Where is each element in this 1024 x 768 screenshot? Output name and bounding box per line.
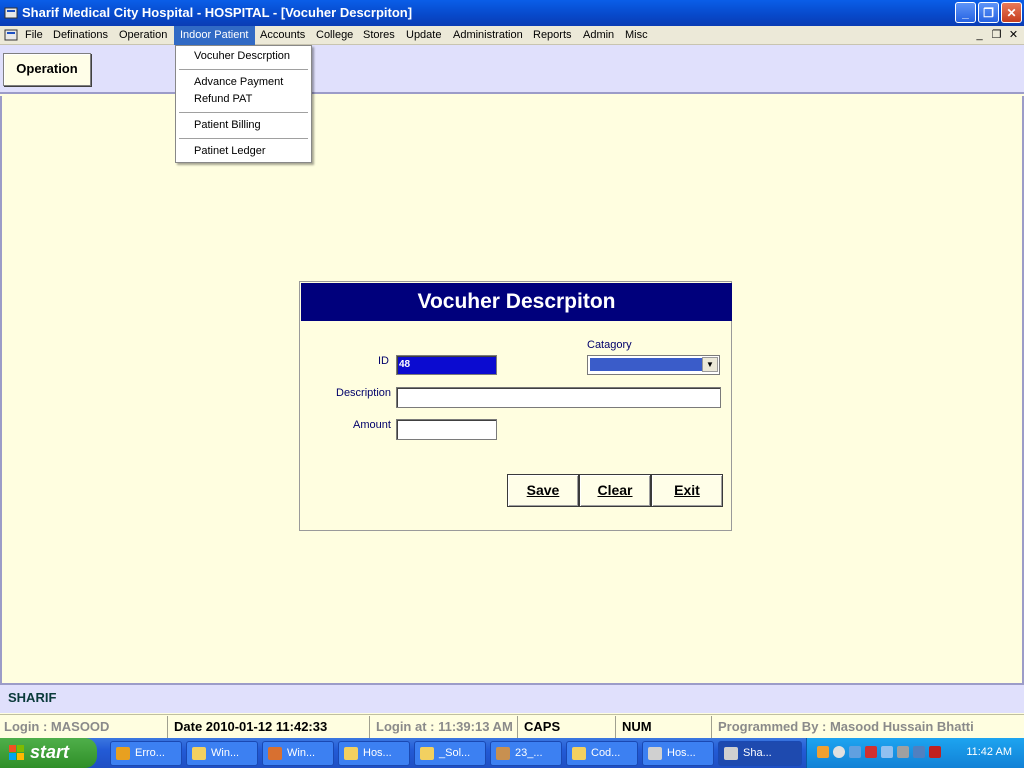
taskbar-item[interactable]: Hos... bbox=[642, 741, 714, 766]
clock: 11:42 AM bbox=[966, 746, 1012, 758]
tray-icon[interactable] bbox=[817, 746, 829, 758]
window-title: Sharif Medical City Hospital - HOSPITAL … bbox=[22, 5, 413, 20]
menu-stores[interactable]: Stores bbox=[357, 26, 401, 45]
menu-accounts[interactable]: Accounts bbox=[254, 26, 311, 45]
status-login: Login : MASOOD bbox=[0, 716, 168, 738]
close-button[interactable]: ✕ bbox=[1001, 2, 1022, 23]
taskbar-item-label: Hos... bbox=[667, 747, 696, 759]
save-button[interactable]: Save bbox=[507, 474, 579, 507]
taskbar-item[interactable]: Hos... bbox=[338, 741, 410, 766]
menu-college[interactable]: College bbox=[310, 26, 359, 45]
taskbar: start Erro... Win... Win... Hos... _Sol.… bbox=[0, 738, 1024, 768]
shield-icon[interactable] bbox=[929, 746, 941, 758]
voucher-description-dialog: Vocuher Descrpiton ID 48 Catagory ▼ Desc… bbox=[299, 281, 732, 531]
description-field[interactable] bbox=[396, 387, 721, 408]
app-icon bbox=[4, 7, 18, 19]
menu-file[interactable]: File bbox=[19, 26, 49, 45]
folder-icon bbox=[192, 747, 206, 760]
description-label: Description bbox=[336, 387, 392, 399]
taskbar-item[interactable]: Cod... bbox=[566, 741, 638, 766]
windows-flag-icon bbox=[9, 745, 24, 760]
dropdown-item-advance-payment[interactable]: Advance Payment bbox=[194, 76, 283, 88]
folder-icon bbox=[572, 747, 586, 760]
menu-bar: File Definations Operation Indoor Patien… bbox=[0, 26, 1024, 45]
category-selection bbox=[590, 358, 702, 371]
amount-field[interactable] bbox=[396, 419, 497, 440]
toolbar-strip: Operation bbox=[0, 45, 1024, 94]
dropdown-item-patient-ledger[interactable]: Patinet Ledger bbox=[194, 145, 266, 157]
restore-button[interactable]: ❐ bbox=[978, 2, 999, 23]
taskbar-item[interactable]: 23_... bbox=[490, 741, 562, 766]
app-icon bbox=[496, 747, 510, 760]
menu-administration[interactable]: Administration bbox=[447, 26, 529, 45]
taskbar-item-label: Erro... bbox=[135, 747, 165, 759]
status-date: Date 2010-01-12 11:42:33 bbox=[170, 716, 370, 738]
dropdown-item-refund-pat[interactable]: Refund PAT bbox=[194, 93, 252, 105]
menu-operation[interactable]: Operation bbox=[113, 26, 173, 45]
category-label: Catagory bbox=[587, 339, 632, 351]
tray-icon[interactable] bbox=[913, 746, 925, 758]
taskbar-item-label: Sha... bbox=[743, 747, 772, 759]
dropdown-item-voucher-description[interactable]: Vocuher Descrption bbox=[194, 50, 290, 62]
clear-button[interactable]: Clear bbox=[579, 474, 651, 507]
indoor-patient-dropdown: Vocuher Descrption Advance Payment Refun… bbox=[175, 45, 312, 163]
id-field[interactable]: 48 bbox=[396, 355, 497, 375]
start-button[interactable]: start bbox=[0, 738, 97, 768]
status-login-at: Login at : 11:39:13 AM bbox=[372, 716, 518, 738]
start-label: start bbox=[30, 742, 70, 762]
menu-reports[interactable]: Reports bbox=[527, 26, 578, 45]
firefox-icon bbox=[116, 747, 130, 760]
taskbar-item-label: 23_... bbox=[515, 747, 543, 759]
tray-icon[interactable] bbox=[897, 746, 909, 758]
network-icon[interactable] bbox=[849, 746, 861, 758]
status-num: NUM bbox=[618, 716, 712, 738]
taskbar-item[interactable]: Win... bbox=[262, 741, 334, 766]
operation-button[interactable]: Operation bbox=[3, 53, 91, 86]
app-icon bbox=[268, 747, 282, 760]
taskbar-item-label: Hos... bbox=[363, 747, 392, 759]
category-combo[interactable]: ▼ bbox=[587, 355, 720, 375]
dropdown-separator bbox=[179, 69, 308, 70]
exit-button[interactable]: Exit bbox=[651, 474, 723, 507]
menu-update[interactable]: Update bbox=[400, 26, 447, 45]
mdi-restore-button[interactable]: ❐ bbox=[989, 28, 1004, 43]
taskbar-item[interactable]: Erro... bbox=[110, 741, 182, 766]
taskbar-item[interactable]: Win... bbox=[186, 741, 258, 766]
minimize-button[interactable]: _ bbox=[955, 2, 976, 23]
menu-indoor-patient[interactable]: Indoor Patient bbox=[174, 26, 255, 45]
taskbar-item[interactable]: _Sol... bbox=[414, 741, 486, 766]
dropdown-separator bbox=[179, 138, 308, 139]
dialog-title: Vocuher Descrpiton bbox=[301, 283, 732, 321]
taskbar-item-label: Cod... bbox=[591, 747, 621, 759]
status-caps: CAPS bbox=[520, 716, 616, 738]
status-programmed-by: Programmed By : Masood Hussain Bhatti bbox=[718, 719, 974, 734]
folder-icon bbox=[420, 747, 434, 760]
folder-icon bbox=[344, 747, 358, 760]
menu-misc[interactable]: Misc bbox=[619, 26, 654, 45]
status-bar: Login : MASOOD Date 2010-01-12 11:42:33 … bbox=[0, 714, 1024, 738]
chevron-down-icon[interactable]: ▼ bbox=[702, 357, 718, 372]
menu-definations[interactable]: Definations bbox=[47, 26, 114, 45]
mdi-minimize-button[interactable]: _ bbox=[972, 28, 987, 43]
system-tray: 11:42 AM bbox=[806, 738, 1024, 768]
mdi-close-button[interactable]: ✕ bbox=[1006, 28, 1021, 43]
company-bar: SHARIF bbox=[0, 683, 1024, 713]
taskbar-item-active[interactable]: Sha... bbox=[718, 741, 802, 766]
tray-icon[interactable] bbox=[865, 746, 877, 758]
messenger-icon[interactable] bbox=[881, 746, 893, 758]
taskbar-item-label: Win... bbox=[287, 747, 316, 759]
tray-icon[interactable] bbox=[833, 746, 845, 758]
amount-label: Amount bbox=[353, 419, 391, 431]
system-menu-icon[interactable] bbox=[4, 29, 18, 42]
taskbar-item-label: _Sol... bbox=[439, 747, 471, 759]
menu-admin[interactable]: Admin bbox=[577, 26, 620, 45]
company-name: SHARIF bbox=[8, 690, 57, 705]
taskbar-item-label: Win... bbox=[211, 747, 240, 759]
app-icon bbox=[724, 747, 738, 760]
id-label: ID bbox=[378, 355, 389, 367]
app-icon bbox=[648, 747, 662, 760]
dropdown-item-patient-billing[interactable]: Patient Billing bbox=[194, 119, 261, 131]
dropdown-separator bbox=[179, 112, 308, 113]
title-bar: Sharif Medical City Hospital - HOSPITAL … bbox=[0, 0, 1024, 26]
